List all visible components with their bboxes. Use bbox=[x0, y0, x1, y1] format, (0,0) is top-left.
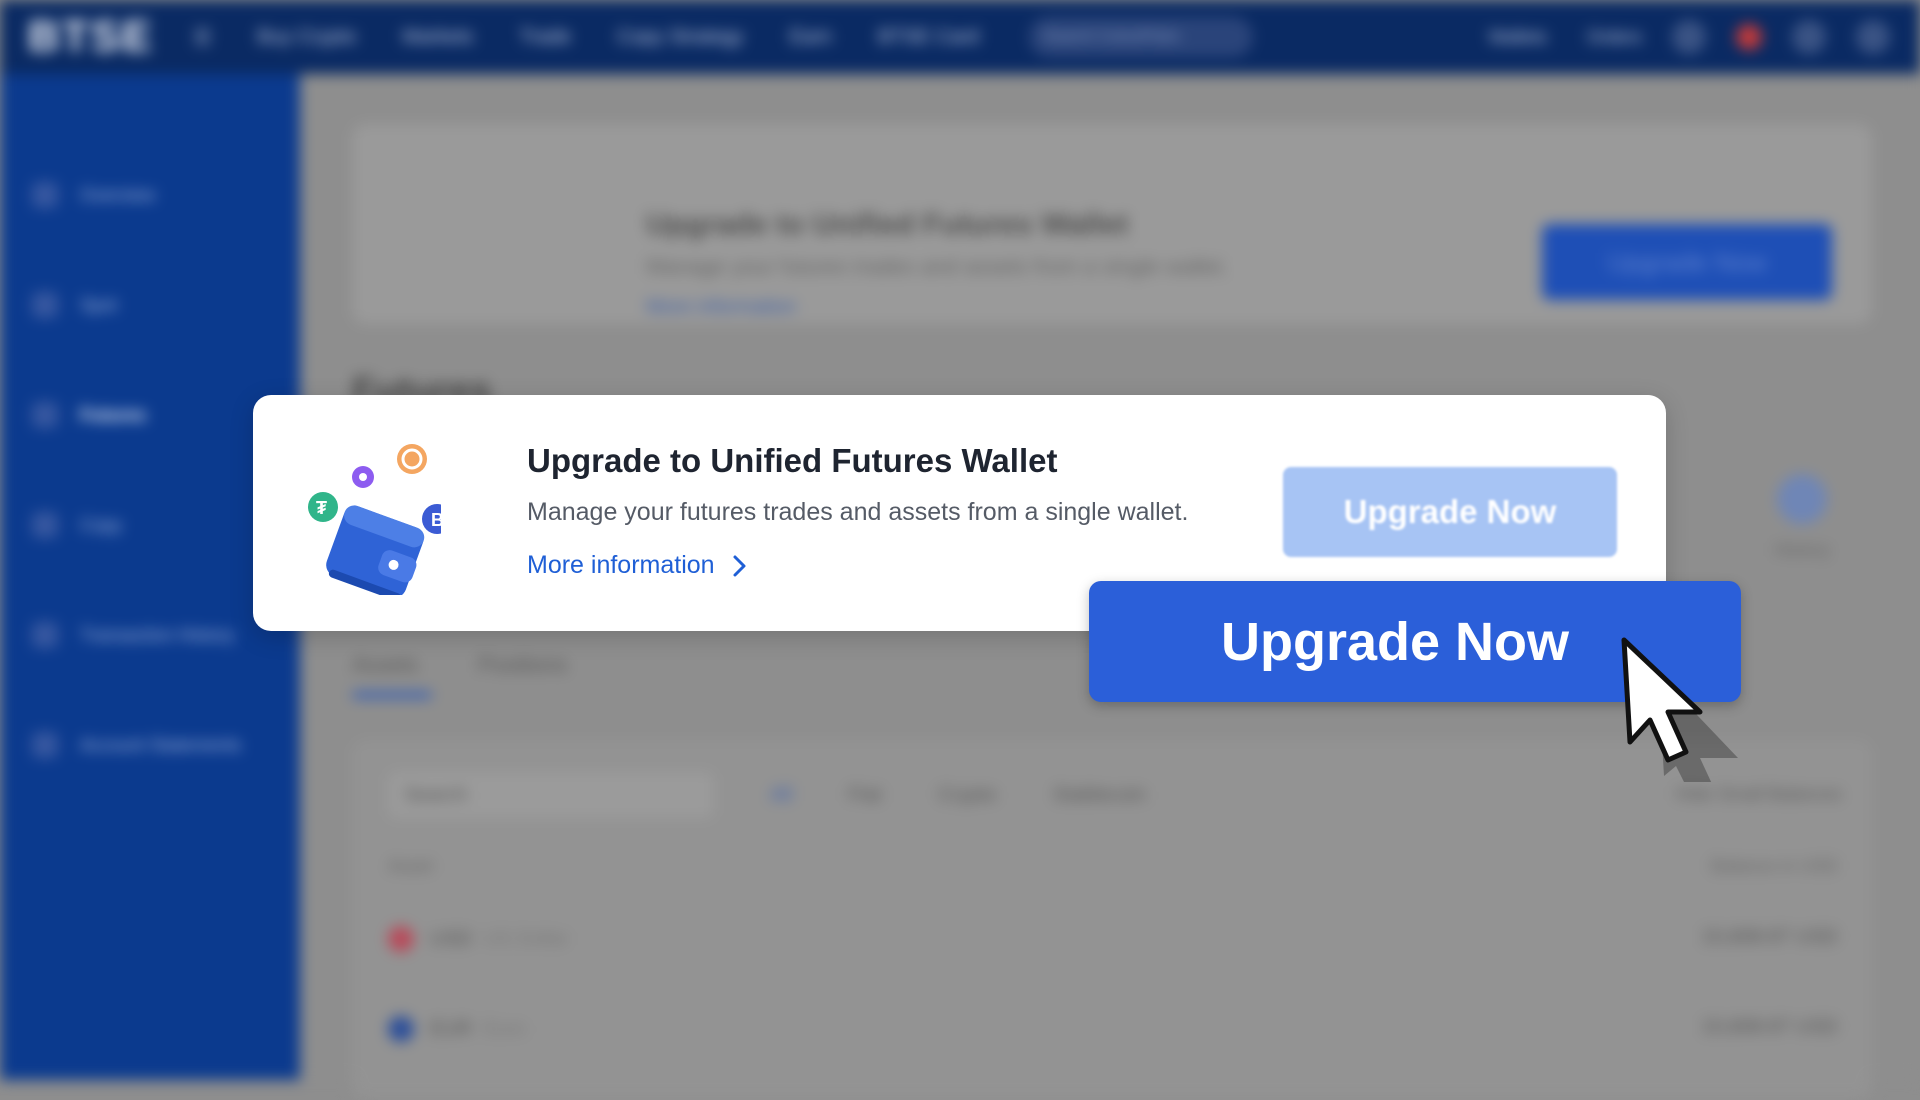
sidebar-item-label: Copy bbox=[80, 514, 123, 535]
copy-icon bbox=[32, 512, 58, 538]
banner-upgrade-button[interactable]: Upgrade Now bbox=[1542, 224, 1832, 300]
filter-fiat[interactable]: Fiat bbox=[848, 784, 881, 807]
asset-name: US Dollar bbox=[483, 927, 569, 950]
filter-crypto[interactable]: Crypto bbox=[938, 784, 997, 807]
download-icon[interactable] bbox=[1672, 20, 1706, 54]
us-flag-icon bbox=[388, 926, 414, 952]
asset-code: USD bbox=[430, 927, 473, 950]
nav-markets[interactable]: Markets bbox=[402, 26, 473, 49]
row-balance: 15,608.87 USD bbox=[1701, 926, 1838, 948]
notification-icon[interactable] bbox=[1736, 24, 1762, 50]
sidebar-item-spot[interactable]: Spot bbox=[0, 250, 300, 360]
history-icon bbox=[32, 622, 58, 648]
history-button[interactable]: History bbox=[1762, 474, 1842, 561]
upgrade-banner: Upgrade to Unified Futures Wallet Manage… bbox=[352, 124, 1872, 324]
banner-link[interactable]: More information bbox=[646, 296, 796, 319]
nav-btse-card[interactable]: BTSE Card bbox=[878, 26, 979, 49]
more-information-label: More information bbox=[527, 551, 715, 579]
assets-table: Search All Fiat Crypto Stablecoin Hide S… bbox=[352, 740, 1872, 1100]
column-asset: Asset bbox=[388, 856, 434, 876]
asset-name: Euro bbox=[483, 1017, 526, 1040]
asset-code: EUR bbox=[430, 1017, 473, 1040]
nav-buy-crypto[interactable]: Buy Crypto bbox=[257, 26, 356, 49]
futures-icon bbox=[32, 402, 58, 428]
more-information-link[interactable]: More information bbox=[527, 551, 749, 580]
language-icon[interactable] bbox=[1792, 20, 1826, 54]
spot-icon bbox=[32, 292, 58, 318]
sidebar-item-label: Account Statements bbox=[80, 734, 242, 755]
nav-copy-strategy[interactable]: Copy Strategy bbox=[617, 26, 744, 49]
svg-text:B: B bbox=[431, 510, 441, 530]
tab-positions[interactable]: Positions bbox=[478, 652, 567, 678]
brand-logo: BTSE bbox=[28, 12, 154, 61]
chevron-right-icon bbox=[733, 555, 746, 576]
sidebar-item-label: Spot bbox=[80, 294, 118, 315]
tab-assets[interactable]: Assets bbox=[352, 652, 418, 678]
sidebar-item-account-statements[interactable]: Account Statements bbox=[0, 690, 300, 800]
overview-icon bbox=[32, 182, 58, 208]
history-icon bbox=[1777, 474, 1827, 524]
tab-indicator bbox=[352, 692, 432, 698]
menu-icon[interactable]: ☰ bbox=[193, 25, 211, 50]
top-search-input[interactable]: Search Coins/Pairs bbox=[1029, 17, 1254, 57]
user-avatar-icon[interactable] bbox=[1856, 20, 1890, 54]
top-navbar: BTSE ☰ Buy Crypto Markets Trade Copy Str… bbox=[0, 0, 1920, 74]
mouse-cursor-icon bbox=[1621, 637, 1738, 782]
table-row[interactable]: EUR Euro bbox=[388, 1016, 526, 1042]
popup-subtitle: Manage your futures trades and assets fr… bbox=[527, 498, 1189, 526]
hide-small-balances-toggle[interactable]: Hide Small Balances bbox=[1676, 784, 1842, 805]
sidebar-item-label: Transaction History bbox=[80, 624, 235, 645]
nav-orders[interactable]: Orders bbox=[1587, 27, 1642, 48]
sidebar-item-overview[interactable]: Overview bbox=[0, 140, 300, 250]
history-label: History bbox=[1773, 540, 1830, 560]
sidebar-item-label: Overview bbox=[80, 184, 156, 205]
row-balance: 15,608.87 USD bbox=[1701, 1016, 1838, 1038]
asset-search-input[interactable]: Search bbox=[388, 772, 714, 818]
popup-title: Upgrade to Unified Futures Wallet bbox=[527, 442, 1058, 479]
sidebar-item-label: Futures bbox=[80, 404, 147, 425]
eu-flag-icon bbox=[388, 1016, 414, 1042]
table-row[interactable]: USD US Dollar bbox=[388, 926, 569, 952]
banner-subtitle: Manage your futures trades and assets fr… bbox=[646, 254, 1229, 279]
svg-text:₮: ₮ bbox=[316, 498, 327, 518]
filter-all[interactable]: All bbox=[770, 784, 792, 807]
filter-stablecoin[interactable]: Stablecoin bbox=[1052, 784, 1145, 807]
popup-upgrade-button[interactable]: Upgrade Now bbox=[1283, 467, 1617, 557]
nav-earn[interactable]: Earn bbox=[790, 26, 832, 49]
banner-title: Upgrade to Unified Futures Wallet bbox=[646, 208, 1129, 241]
nav-trade[interactable]: Trade bbox=[519, 26, 571, 49]
column-balance: Balance in USD bbox=[1710, 856, 1838, 876]
wallet-coins-illustration: B ₮ bbox=[308, 444, 441, 595]
nav-wallets[interactable]: Wallets bbox=[1489, 27, 1547, 48]
statement-icon bbox=[32, 732, 58, 758]
